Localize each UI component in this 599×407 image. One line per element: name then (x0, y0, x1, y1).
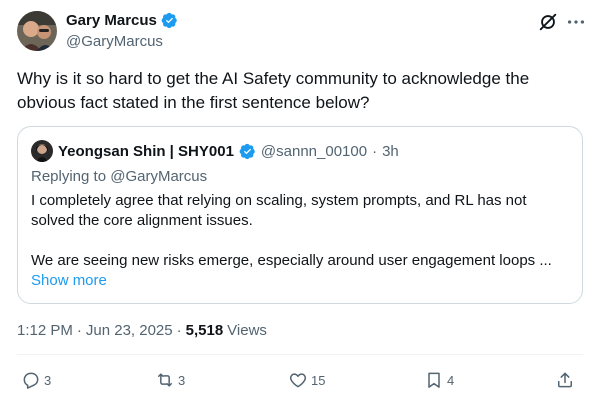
bookmark-count: 4 (447, 372, 455, 388)
share-button[interactable] (555, 370, 575, 390)
heart-icon (289, 373, 307, 388)
replying-to-handle[interactable]: @GaryMarcus (110, 168, 207, 185)
replying-to-label: Replying to (31, 168, 107, 185)
more-options-icon[interactable] (565, 11, 587, 33)
bookmark-button[interactable]: 4 (424, 370, 454, 390)
quoted-author-handle[interactable]: @sannn_00100 (261, 143, 367, 160)
share-icon (558, 372, 572, 388)
repost-icon (158, 373, 172, 387)
bookmark-icon (428, 372, 440, 388)
like-count: 15 (311, 372, 326, 388)
tweet-meta: 1:12 PM · Jun 23, 2025 · 5,518 Views (17, 322, 267, 339)
tweet-time[interactable]: 1:12 PM (17, 322, 73, 339)
quoted-paragraph-2: We are seeing new risks emerge, especial… (31, 252, 552, 269)
action-bar: 3 3 15 4 (17, 370, 587, 396)
avatar-photo-icon (31, 140, 53, 162)
divider (17, 354, 583, 355)
author-display-name[interactable]: Gary Marcus (66, 12, 157, 29)
tweet-date[interactable]: Jun 23, 2025 (86, 322, 173, 339)
avatar-photo-icon (17, 11, 57, 51)
replying-to: Replying to @GaryMarcus (31, 168, 207, 185)
tweet-text: Why is it so hard to get the AI Safety c… (17, 69, 530, 112)
reply-icon (23, 372, 39, 389)
meta-separator: · (76, 322, 82, 339)
reply-button[interactable]: 3 (21, 370, 51, 390)
tweet-header: Gary Marcus @GaryMarcus (17, 11, 587, 55)
quoted-tweet[interactable]: Yeongsan Shin | SHY001 @sannn_00100 · 3h… (17, 126, 583, 304)
quoted-tweet-body: I completely agree that relying on scali… (31, 191, 571, 271)
reply-count: 3 (44, 372, 52, 388)
author-name-row: Gary Marcus (66, 12, 178, 29)
grok-icon[interactable] (537, 11, 559, 33)
views-count: 5,518 (185, 322, 224, 339)
quoted-timestamp[interactable]: 3h (382, 143, 399, 160)
like-button[interactable]: 15 (288, 370, 325, 390)
verified-badge-icon (239, 143, 255, 159)
quoted-dot-separator: · (372, 142, 378, 160)
show-more-link[interactable]: Show more (31, 272, 107, 289)
quoted-paragraph-1: I completely agree that relying on scali… (31, 192, 527, 229)
author-avatar[interactable] (17, 11, 57, 51)
meta-separator: · (176, 322, 182, 339)
quoted-tweet-header: Yeongsan Shin | SHY001 @sannn_00100 · 3h (31, 139, 399, 163)
repost-count: 3 (178, 372, 186, 388)
quoted-author-display-name[interactable]: Yeongsan Shin | SHY001 (58, 143, 234, 160)
quoted-author-avatar[interactable] (31, 140, 53, 162)
author-handle[interactable]: @GaryMarcus (66, 33, 163, 50)
views-label: Views (227, 322, 267, 339)
verified-badge-icon (161, 12, 177, 29)
repost-button[interactable]: 3 (155, 370, 185, 390)
